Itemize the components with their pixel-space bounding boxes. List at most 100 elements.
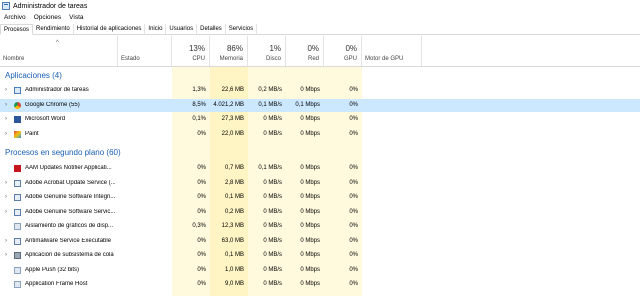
process-net-value: 0 Mbps (300, 223, 320, 229)
expand-chevron-icon[interactable]: › (5, 116, 7, 122)
service-icon (14, 179, 21, 187)
expand-chevron-icon[interactable]: › (5, 131, 7, 137)
expand-chevron-icon[interactable]: › (5, 252, 7, 258)
chrome-icon (14, 101, 21, 109)
process-gpu-value: 0% (349, 165, 358, 171)
process-cpu-value: 0% (197, 194, 206, 200)
process-gpu-value: 0% (349, 208, 358, 215)
header-divider (0, 66, 640, 67)
expand-chevron-icon[interactable]: › (5, 102, 7, 108)
app-row[interactable]: › Paint 0% 22,0 MB 0 MB/s 0 Mbps 0% (0, 128, 640, 141)
col-header-disk[interactable]: 1% Disco (248, 36, 286, 66)
tab-procesos[interactable]: Procesos (0, 24, 34, 35)
col-header-name[interactable]: ^ Nombre (0, 36, 118, 66)
section-apps: Aplicaciones (4) (5, 71, 62, 80)
process-cpu-value: 0% (197, 165, 206, 171)
process-disk-value: 0 MB/s (263, 252, 282, 258)
background-process-row[interactable]: AAM Updates Notifier Applicati... 0% 0,7 M… (0, 162, 640, 175)
process-name: Antimalware Service Executable (25, 237, 112, 244)
process-cpu-value: 1,3% (192, 87, 206, 93)
process-mem-value: 22,6 MB (221, 87, 244, 93)
background-process-row[interactable]: › Antimalware Service Executable 0% 63,0 MB… (0, 235, 640, 248)
process-name: Paint (25, 130, 39, 137)
background-process-row[interactable]: Apple Push (32 bits) 0% 1,0 MB 0 MB/s 0 Mbps… (0, 264, 640, 277)
process-name: AAM Updates Notifier Applicati... (25, 165, 112, 171)
background-process-row[interactable]: Aislamiento de gráficos de disp... 0,3% 12… (0, 220, 640, 233)
process-name: Adobe Genuine Software Integri... (25, 194, 115, 200)
process-name: Microsoft Word (25, 116, 66, 122)
printer-icon (14, 252, 21, 259)
process-net-value: 0 Mbps (300, 116, 320, 122)
expand-chevron-icon[interactable]: › (5, 238, 7, 244)
process-mem-value: 0,7 MB (224, 165, 244, 171)
process-name: Apple Push (32 bits) (25, 266, 80, 273)
word-icon (14, 116, 21, 123)
process-disk-value: 0 MB/s (263, 266, 282, 273)
process-gpu-value: 0% (349, 252, 358, 258)
menu-opciones[interactable]: Opciones (30, 14, 65, 21)
background-process-row[interactable]: Application Frame Host 0% 9,0 MB 0 MB/s 0 Mb… (0, 278, 640, 291)
process-cpu-value: 0% (197, 281, 206, 287)
process-net-value: 0 Mbps (300, 208, 320, 215)
section-background: Procesos en segundo plano (60) (5, 148, 121, 157)
process-name: Google Chrome (55) (25, 101, 80, 108)
process-mem-value: 2,8 MB (224, 179, 244, 186)
tab-rendimiento[interactable]: Rendimiento (33, 24, 74, 34)
process-disk-value: 0 MB/s (263, 194, 282, 200)
process-gpu-value: 0% (349, 179, 358, 186)
expand-chevron-icon[interactable]: › (5, 209, 7, 215)
expand-chevron-icon[interactable]: › (5, 87, 7, 93)
process-mem-value: 9,0 MB (224, 281, 244, 287)
tab-servicios[interactable]: Servicios (226, 24, 258, 34)
process-cpu-value: 0% (197, 208, 206, 215)
background-process-row[interactable]: › Adobe Acrobat Update Service (... 0% 2,8 … (0, 177, 640, 190)
background-process-row[interactable]: › Aplicación de subsistema de cola 0% 0,1 M… (0, 249, 640, 262)
background-process-row[interactable]: › Adobe Genuine Software Servic... 0% 0,2 M… (0, 206, 640, 219)
app-row[interactable]: › Microsoft Word 0,1% 27,3 MB 0 MB/s 0 Mbps 0% (0, 113, 640, 126)
app-icon (14, 281, 21, 288)
tab-usuarios[interactable]: Usuarios (166, 24, 198, 34)
process-name: Aislamiento de gráficos de disp... (25, 223, 114, 229)
col-header-gpu[interactable]: 0% GPU (324, 36, 362, 66)
menu-archivo[interactable]: Archivo (0, 14, 30, 21)
col-header-gpu-engine[interactable]: Motor de GPU (362, 36, 422, 66)
tab-bar: Procesos Rendimiento Historial de aplica… (0, 24, 640, 35)
process-disk-value: 0 MB/s (263, 223, 282, 229)
tab-inicio[interactable]: Inicio (145, 24, 167, 34)
col-header-memory[interactable]: 86% Memoria (210, 36, 248, 66)
process-disk-value: 0 MB/s (263, 130, 282, 137)
process-gpu-value: 0% (349, 266, 358, 273)
process-cpu-value: 0% (197, 252, 206, 258)
menu-bar: Archivo Opciones Vista (0, 12, 88, 23)
app-row[interactable]: › Google Chrome (55) 8,5% 4.021,2 MB 0,1 MB/… (0, 98, 640, 112)
process-disk-value: 0,1 MB/s (258, 101, 282, 108)
service-icon (14, 208, 21, 216)
process-cpu-value: 0% (197, 266, 206, 273)
process-disk-value: 0 MB/s (263, 179, 282, 186)
process-mem-value: 4.021,2 MB (213, 101, 244, 108)
process-gpu-value: 0% (349, 194, 358, 200)
process-disk-value: 0,2 MB/s (258, 87, 282, 93)
col-header-status[interactable]: Estado (118, 36, 172, 66)
expand-chevron-icon[interactable]: › (5, 194, 7, 200)
process-name: Adobe Acrobat Update Service (... (25, 179, 115, 186)
menu-vista[interactable]: Vista (65, 14, 87, 21)
process-name: Adobe Genuine Software Servic... (25, 208, 115, 215)
process-net-value: 0 Mbps (300, 237, 320, 244)
process-disk-value: 0 MB/s (263, 281, 282, 287)
col-header-cpu[interactable]: 13% CPU (172, 36, 210, 66)
expand-chevron-icon[interactable]: › (5, 180, 7, 186)
adobe-icon (14, 165, 21, 172)
app-row[interactable]: › Administrador de tareas 1,3% 22,6 MB 0,2 M… (0, 84, 640, 97)
process-net-value: 0,1 Mbps (295, 101, 320, 108)
task-manager-icon (14, 87, 21, 94)
background-process-row[interactable]: › Adobe Genuine Software Integri... 0% 0,1 … (0, 191, 640, 204)
process-gpu-value: 0% (349, 101, 358, 108)
process-mem-value: 27,3 MB (221, 116, 244, 122)
tab-detalles[interactable]: Detalles (197, 24, 226, 34)
process-disk-value: 0 MB/s (263, 116, 282, 122)
col-header-network[interactable]: 0% Red (286, 36, 324, 66)
tab-historial[interactable]: Historial de aplicaciones (74, 24, 146, 34)
process-net-value: 0 Mbps (300, 252, 320, 258)
process-name: Administrador de tareas (25, 87, 89, 93)
